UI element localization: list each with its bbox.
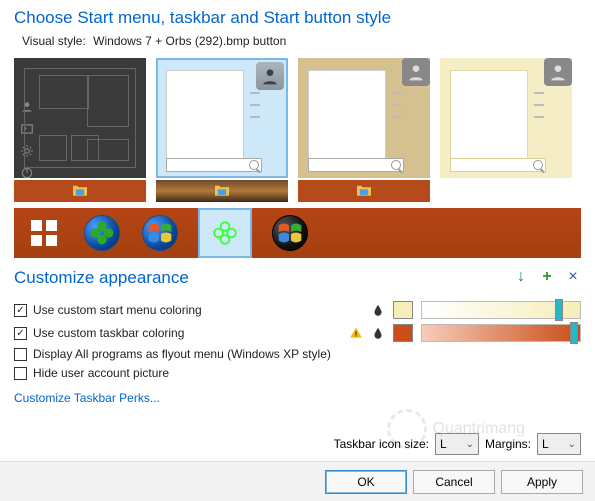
taskbar-icon-size-dropdown[interactable]: L⌄ [435,433,479,455]
theme-gallery [14,58,581,202]
option-hide-user-picture[interactable]: Hide user account picture [14,366,581,380]
close-icon[interactable]: × [565,269,581,285]
start-color-slider[interactable] [421,301,581,319]
search-box-preview [450,158,546,172]
sphere-icon [84,215,120,251]
taskbar-icon-size-label: Taskbar icon size: [334,437,429,451]
orb-dark[interactable] [270,213,310,253]
theme-modern-dark[interactable] [14,58,146,202]
option-label: Use custom start menu coloring [33,303,202,317]
taskbar-preview [14,180,146,202]
cancel-button[interactable]: Cancel [413,470,495,494]
folder-icon [355,183,373,197]
start-button-bar [14,208,581,258]
chevron-down-icon: ⌄ [466,439,474,450]
page-heading: Choose Start menu, taskbar and Start but… [14,8,581,28]
theme-win7-cream[interactable] [440,58,572,202]
start-color-swatch[interactable] [393,301,413,319]
folder-icon [213,183,231,197]
ok-button[interactable]: OK [325,470,407,494]
user-avatar-icon [402,58,430,86]
dark-orb-icon [272,215,308,251]
margins-label: Margins: [485,437,531,451]
chevron-down-icon: ⌄ [568,439,576,450]
apply-button[interactable]: Apply [501,470,583,494]
margins-dropdown[interactable]: L⌄ [537,433,581,455]
search-icon [391,160,401,170]
download-icon[interactable]: ↓ [513,269,529,285]
orb-glowing-clover[interactable] [198,208,252,258]
checkbox[interactable] [14,304,27,317]
dialog-button-bar: OK Cancel Apply [0,461,595,501]
droplet-icon[interactable] [371,303,385,317]
customize-taskbar-perks-link[interactable]: Customize Taskbar Perks... [14,391,160,405]
visual-style-row: Visual style: Windows 7 + Orbs (292).bmp… [22,34,581,48]
checkbox[interactable] [14,367,27,380]
clover-icon [212,220,238,246]
win7-orb-icon [142,215,178,251]
add-icon[interactable]: + [539,269,555,285]
appearance-heading: Customize appearance [14,268,189,288]
warning-icon [349,326,363,340]
size-controls: Taskbar icon size: L⌄ Margins: L⌄ [334,433,581,455]
search-box-preview [308,158,404,172]
option-custom-start-coloring[interactable]: Use custom start menu coloring [14,301,581,319]
folder-icon [71,183,89,197]
taskbar-preview [156,180,288,202]
tile-grid [24,68,136,168]
option-label: Use custom taskbar coloring [33,326,184,340]
option-label: Hide user account picture [33,366,169,380]
theme-win7-tan[interactable] [298,58,430,202]
search-icon [249,160,259,170]
checkbox[interactable] [14,327,27,340]
taskbar-preview [298,180,430,202]
orb-win8-tiles[interactable] [24,213,64,253]
option-label: Display All programs as flyout menu (Win… [33,347,331,361]
user-avatar-icon [256,62,284,90]
checkbox[interactable] [14,348,27,361]
visual-style-value: Windows 7 + Orbs (292).bmp button [93,34,286,48]
option-flyout-menu[interactable]: Display All programs as flyout menu (Win… [14,347,581,361]
windows-logo-icon [31,220,57,246]
option-custom-taskbar-coloring[interactable]: Use custom taskbar coloring [14,324,581,342]
visual-style-label: Visual style: [22,34,86,48]
theme-win7-gradient[interactable] [156,58,288,202]
search-box-preview [166,158,262,172]
power-icon [20,166,34,180]
droplet-icon[interactable] [371,326,385,340]
orb-clover-sphere[interactable] [82,213,122,253]
taskbar-color-swatch[interactable] [393,324,413,342]
taskbar-color-slider[interactable] [421,324,581,342]
orb-win7[interactable] [140,213,180,253]
user-avatar-icon [544,58,572,86]
search-icon [533,160,543,170]
